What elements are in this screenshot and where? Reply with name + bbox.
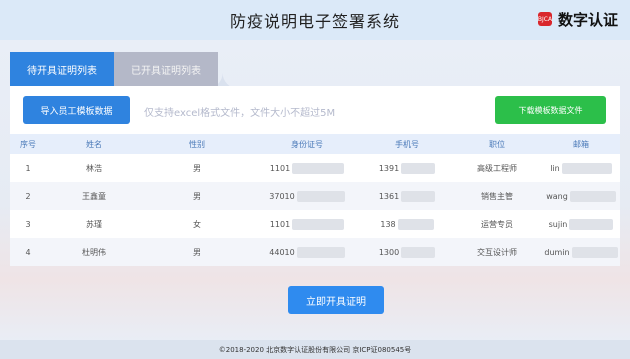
- email-prefix: sujin: [548, 219, 568, 229]
- bjca-logo-icon: BJCA: [538, 12, 552, 26]
- email-prefix: dumin: [544, 247, 570, 257]
- table-row[interactable]: 1 林浩 男 1101 1391 高级工程师 lin: [10, 154, 620, 182]
- column-header-phone: 手机号: [395, 139, 419, 149]
- employee-table: 序号 姓名 性别 身份证号 手机号 职位 邮箱 1 林浩 男 1101 1391…: [10, 134, 620, 266]
- employee-panel: 导入员工模板数据 仅支持excel格式文件，文件大小不超过5M 下载模板数据文件…: [10, 86, 620, 266]
- copyright-text: ©2018-2020 北京数字认证股份有限公司 京ICP证080545号: [218, 345, 412, 354]
- id-number-cell: 37010: [252, 182, 362, 210]
- row-index: 1: [25, 163, 31, 173]
- column-header-gender: 性别: [189, 139, 205, 149]
- phone-prefix: 1391: [378, 163, 400, 173]
- email-cell: wang: [542, 182, 620, 210]
- employee-gender: 男: [193, 247, 201, 257]
- employee-name: 林浩: [86, 163, 102, 173]
- masked-value: [401, 190, 436, 202]
- table-row[interactable]: 2 王鑫童 男 37010 1361 销售主管 wang: [10, 182, 620, 210]
- issue-certificate-button[interactable]: 立即开具证明: [288, 286, 384, 314]
- employee-name: 杜明伟: [82, 247, 106, 257]
- table-header-row: 序号 姓名 性别 身份证号 手机号 职位 邮箱: [10, 134, 620, 154]
- row-index: 4: [25, 247, 31, 257]
- phone-prefix: 1300: [378, 247, 400, 257]
- tab-bar: 待开具证明列表 已开具证明列表: [10, 52, 218, 86]
- id-number-prefix: 1101: [269, 163, 291, 173]
- email-cell: lin: [542, 154, 620, 182]
- masked-value: [292, 162, 345, 174]
- masked-value: [571, 246, 618, 258]
- id-number-cell: 44010: [252, 238, 362, 266]
- import-employee-button[interactable]: 导入员工模板数据: [23, 96, 130, 124]
- masked-value: [296, 246, 345, 258]
- phone-cell: 138: [362, 210, 452, 238]
- column-header-id-number: 身份证号: [291, 139, 323, 149]
- employee-name: 苏瑾: [86, 219, 102, 229]
- footer: ©2018-2020 北京数字认证股份有限公司 京ICP证080545号: [0, 340, 630, 359]
- id-number-cell: 1101: [252, 154, 362, 182]
- tab-issued-certificates[interactable]: 已开具证明列表: [114, 52, 218, 86]
- id-number-prefix: 1101: [269, 219, 291, 229]
- table-row[interactable]: 3 苏瑾 女 1101 138 运营专员 sujin: [10, 210, 620, 238]
- email-prefix: lin: [550, 163, 560, 173]
- column-header-name: 姓名: [86, 139, 102, 149]
- employee-position: 运营专员: [481, 219, 513, 229]
- phone-cell: 1300: [362, 238, 452, 266]
- masked-value: [569, 218, 614, 230]
- column-header-email: 邮箱: [573, 139, 589, 149]
- email-cell: dumin: [542, 238, 620, 266]
- masked-value: [561, 162, 612, 174]
- phone-cell: 1391: [362, 154, 452, 182]
- employee-name: 王鑫童: [82, 191, 106, 201]
- upload-hint: 仅支持excel格式文件，文件大小不超过5M: [144, 108, 336, 119]
- employee-gender: 女: [193, 219, 201, 229]
- masked-value: [397, 218, 434, 230]
- employee-gender: 男: [193, 191, 201, 201]
- download-template-button[interactable]: 下载模板数据文件: [495, 96, 606, 124]
- employee-position: 交互设计师: [477, 247, 517, 257]
- masked-value: [296, 190, 345, 202]
- masked-value: [401, 246, 436, 258]
- employee-gender: 男: [193, 163, 201, 173]
- id-number-prefix: 37010: [269, 191, 295, 201]
- column-header-position: 职位: [489, 139, 505, 149]
- id-number-cell: 1101: [252, 210, 362, 238]
- column-header-index: 序号: [20, 139, 36, 149]
- toolbar: 导入员工模板数据 仅支持excel格式文件，文件大小不超过5M 下载模板数据文件: [10, 86, 620, 134]
- id-number-prefix: 44010: [269, 247, 295, 257]
- masked-value: [292, 218, 345, 230]
- masked-value: [569, 190, 616, 202]
- phone-cell: 1361: [362, 182, 452, 210]
- phone-prefix: 138: [380, 219, 396, 229]
- brand-logo: BJCA 数字认证: [538, 6, 618, 32]
- phone-prefix: 1361: [378, 191, 400, 201]
- masked-value: [401, 162, 436, 174]
- row-index: 2: [25, 191, 31, 201]
- email-cell: sujin: [542, 210, 620, 238]
- employee-position: 高级工程师: [477, 163, 517, 173]
- row-index: 3: [25, 219, 31, 229]
- tab-pending-certificates[interactable]: 待开具证明列表: [10, 52, 114, 86]
- employee-position: 销售主管: [481, 191, 513, 201]
- email-prefix: wang: [546, 191, 568, 201]
- header-bar: 防疫说明电子签署系统 BJCA 数字认证: [0, 0, 630, 40]
- table-row[interactable]: 4 杜明伟 男 44010 1300 交互设计师 dumin: [10, 238, 620, 266]
- brand-name: 数字认证: [557, 10, 618, 29]
- page-title: 防疫说明电子签署系统: [229, 12, 400, 31]
